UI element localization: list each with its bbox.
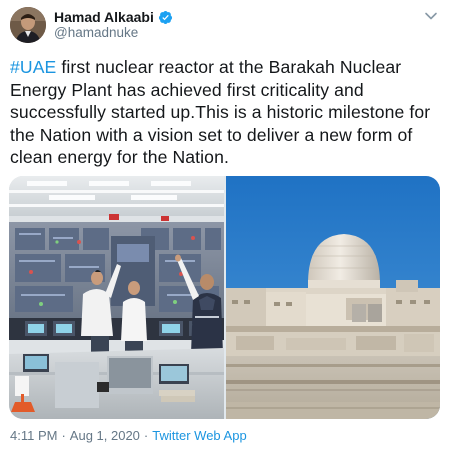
verified-badge-icon (158, 10, 173, 25)
tweet-date[interactable]: Aug 1, 2020 (70, 428, 140, 443)
tweet-media[interactable] (9, 176, 440, 419)
tweet-card: Hamad Alkaabi @hamadnuke #UAE first nucl… (0, 0, 450, 451)
tweet-source-link[interactable]: Twitter Web App (152, 428, 246, 443)
barakah-plant-photo[interactable] (226, 176, 440, 419)
avatar[interactable] (10, 7, 46, 43)
control-room-photo[interactable] (9, 176, 224, 419)
hashtag-link[interactable]: #UAE (10, 57, 56, 77)
meta-separator: · (61, 428, 66, 443)
chevron-down-icon[interactable] (424, 9, 438, 23)
meta-separator: · (143, 428, 149, 443)
author-name[interactable]: Hamad Alkaabi (54, 9, 154, 25)
author-handle[interactable]: @hamadnuke (54, 25, 138, 40)
tweet-time[interactable]: 4:11 PM (10, 428, 57, 443)
tweet-text: #UAE first nuclear reactor at the Baraka… (10, 56, 442, 169)
tweet-body: first nuclear reactor at the Barakah Nuc… (10, 57, 431, 167)
tweet-meta: 4:11 PM · Aug 1, 2020 · Twitter Web App (10, 428, 247, 443)
author-name-row[interactable]: Hamad Alkaabi (54, 8, 173, 26)
